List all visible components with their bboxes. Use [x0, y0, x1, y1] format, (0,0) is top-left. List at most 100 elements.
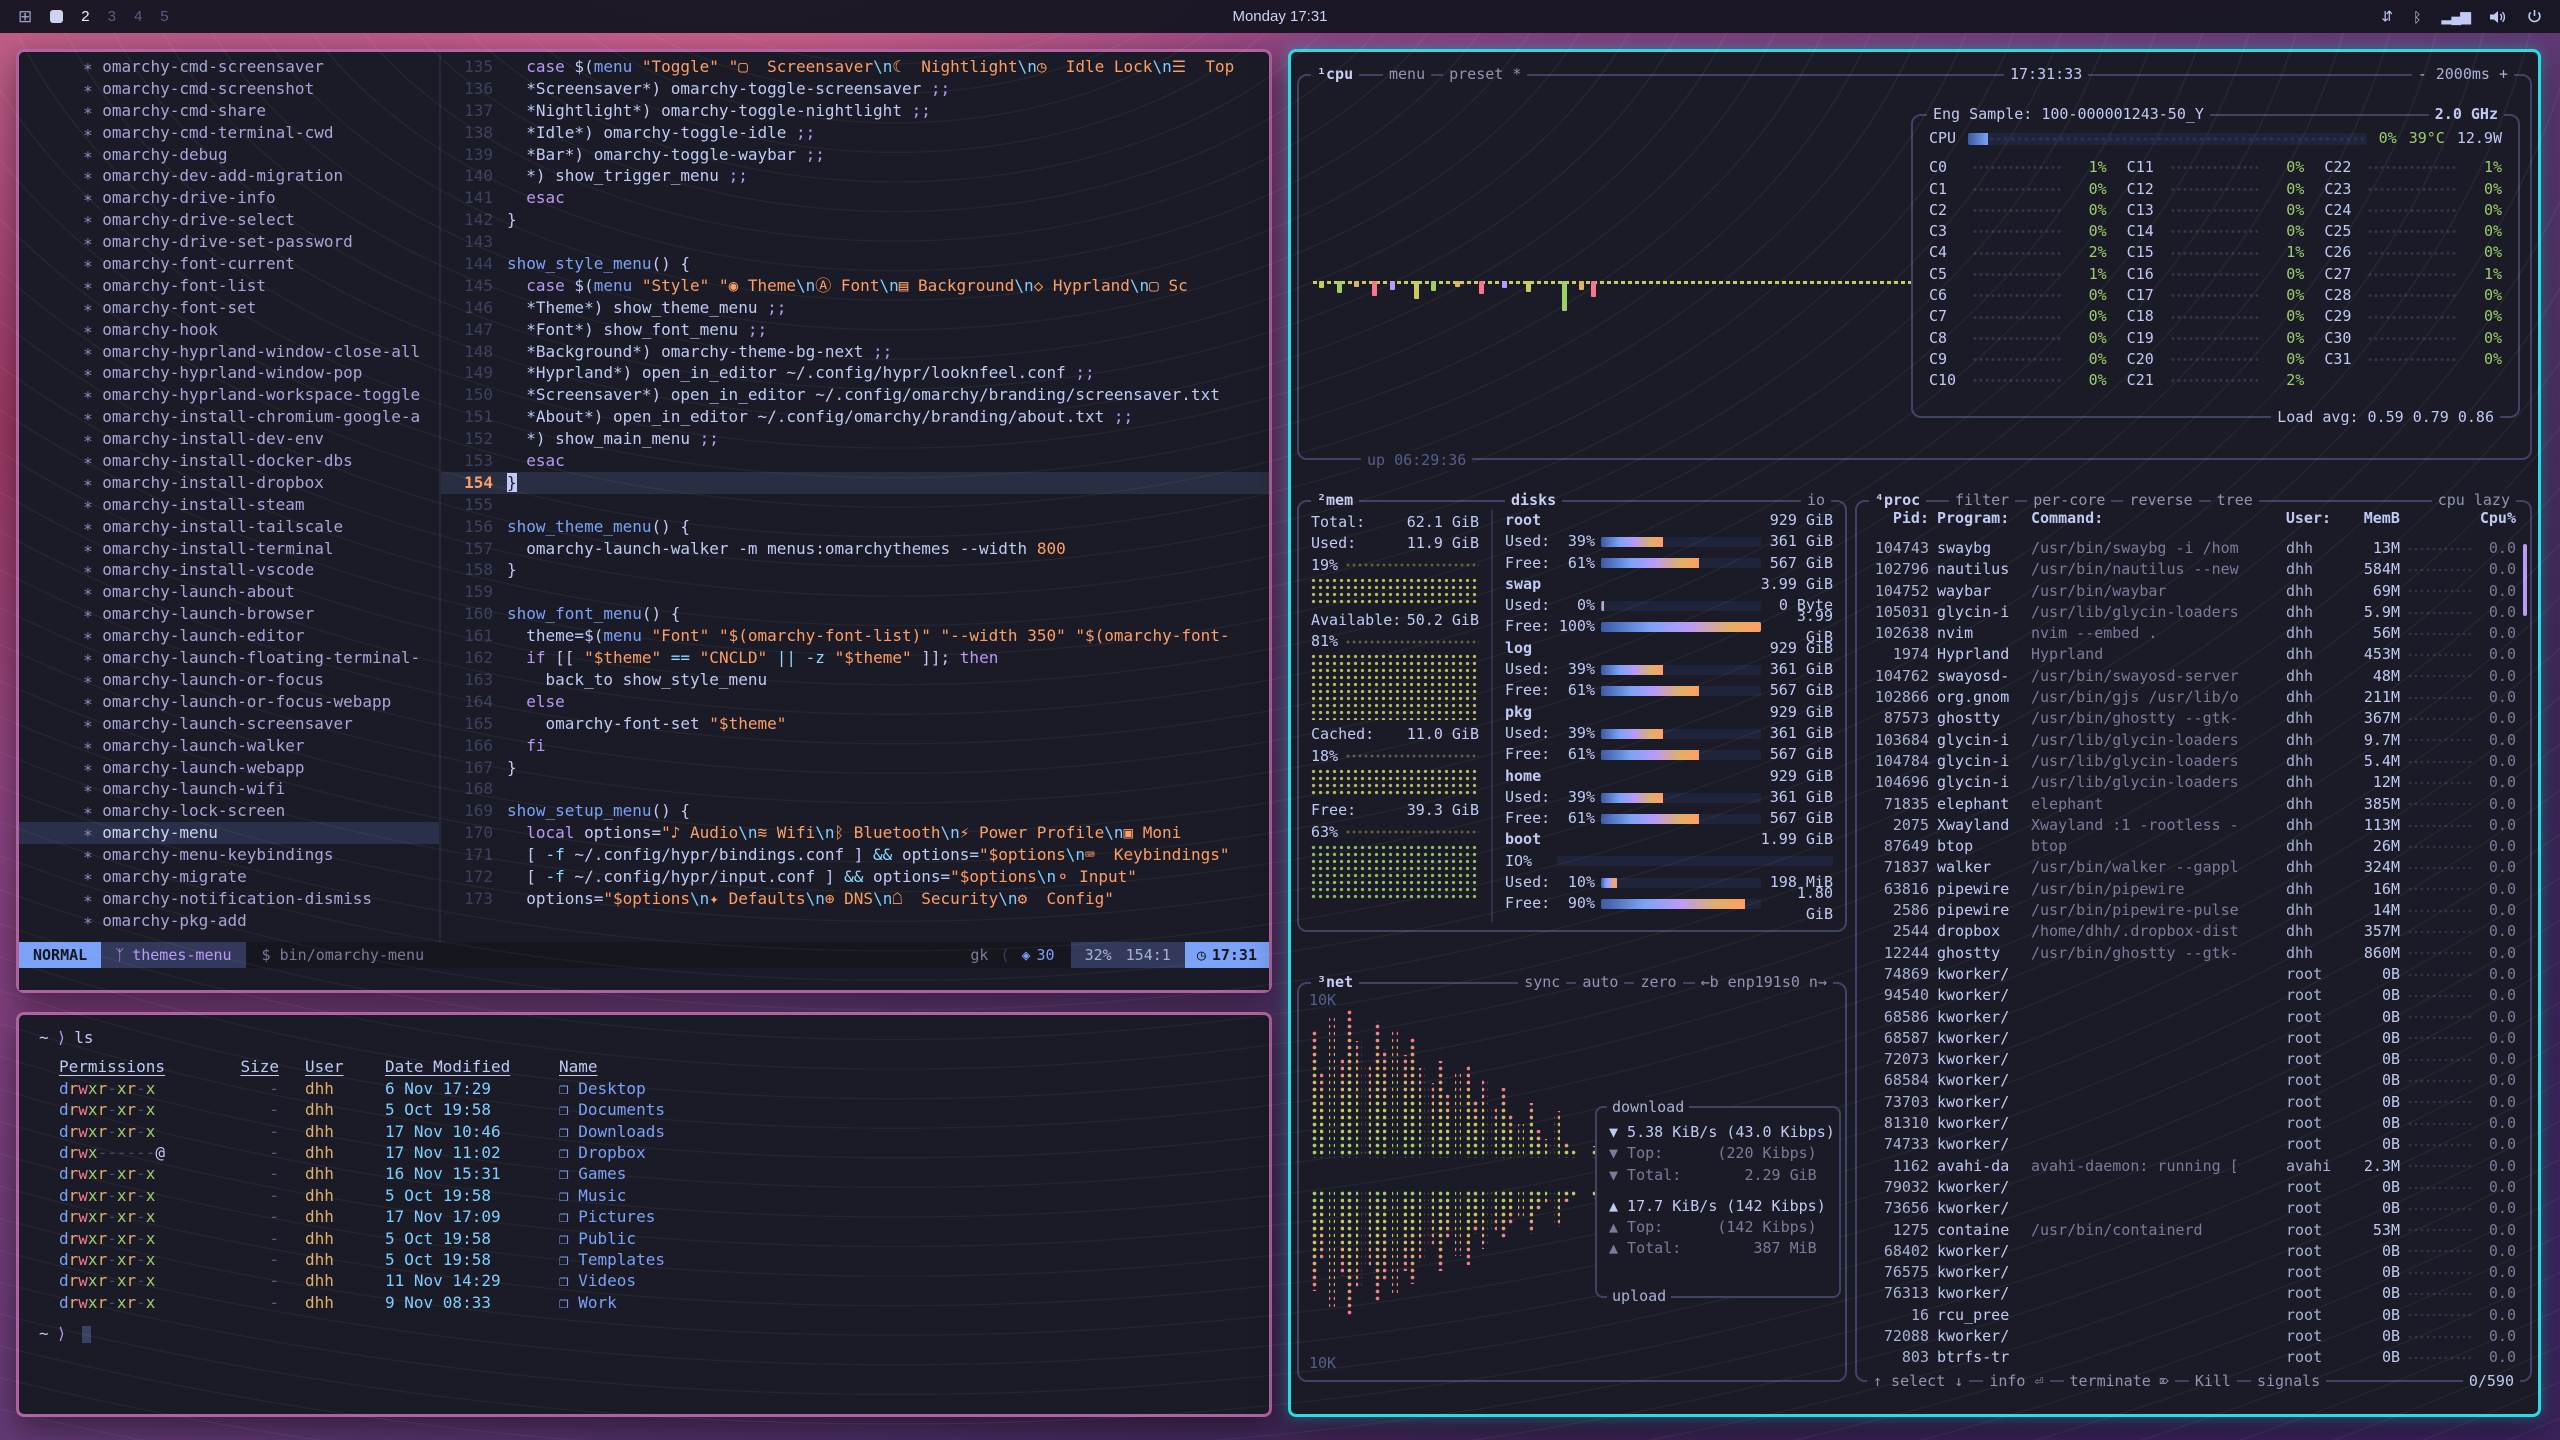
file-item[interactable]: ∗ omarchy-debug — [19, 144, 439, 166]
process-row[interactable]: 68587kworker/root0B0.0 — [1867, 1028, 2516, 1049]
code-line[interactable]: 153 esac — [441, 450, 1269, 472]
code-line[interactable]: 143 — [441, 231, 1269, 253]
updown-arrows-icon[interactable]: ⇵ — [2381, 8, 2393, 25]
process-row[interactable]: 87573ghostty/usr/bin/ghostty --gtk-dhh36… — [1867, 708, 2516, 729]
process-row[interactable]: 76575kworker/root0B0.0 — [1867, 1262, 2516, 1283]
process-row[interactable]: 102638nvimnvim --embed .dhh56M0.0 — [1867, 623, 2516, 644]
code-line[interactable]: 146 *Theme*) show_theme_menu ;; — [441, 297, 1269, 319]
code-line[interactable]: 159 — [441, 581, 1269, 603]
proc-header-option[interactable]: filter — [1949, 490, 2015, 511]
process-row[interactable]: 79032kworker/root0B0.0 — [1867, 1177, 2516, 1198]
terminal-window[interactable]: ~⟩ls Permissions Size User Date Modified… — [16, 1012, 1272, 1417]
prompt-line-2[interactable]: ~⟩ — [39, 1323, 1269, 1344]
file-item[interactable]: ∗ omarchy-drive-select — [19, 209, 439, 231]
file-item[interactable]: ∗ omarchy-hyprland-workspace-toggle — [19, 384, 439, 406]
process-row[interactable]: 81310kworker/root0B0.0 — [1867, 1113, 2516, 1134]
file-item[interactable]: ∗ omarchy-cmd-screenshot — [19, 78, 439, 100]
proc-footer-action[interactable]: info ⏎ — [1983, 1371, 2049, 1392]
col-pid[interactable]: Pid: — [1867, 508, 1929, 529]
process-row[interactable]: 72073kworker/root0B0.0 — [1867, 1049, 2516, 1070]
list-item[interactable]: drwxr-xr-x-dhh5 Oct 19:58❐ Public — [59, 1228, 1269, 1249]
code-line[interactable]: 149 *Hyprland*) open_in_editor ~/.config… — [441, 362, 1269, 384]
code-line[interactable]: 173 options="$options\n✦ Defaults\n⊕ DNS… — [441, 888, 1269, 910]
file-item[interactable]: ∗ omarchy-launch-browser — [19, 603, 439, 625]
file-item[interactable]: ∗ omarchy-launch-or-focus-webapp — [19, 691, 439, 713]
code-line[interactable]: 154} — [441, 472, 1269, 494]
proc-box-title[interactable]: ⁴proc — [1869, 490, 1926, 511]
proc-header-option[interactable]: tree — [2211, 490, 2259, 511]
code-line[interactable]: 161 theme=$(menu "Font" "$(omarchy-font-… — [441, 625, 1269, 647]
process-row[interactable]: 87649btopbtopdhh26M0.0 — [1867, 836, 2516, 857]
file-item[interactable]: ∗ omarchy-install-steam — [19, 494, 439, 516]
code-line[interactable]: 166 fi — [441, 735, 1269, 757]
file-item[interactable]: ∗ omarchy-hyprland-window-pop — [19, 362, 439, 384]
col-proc-user[interactable]: User: — [2286, 508, 2342, 529]
proc-header-option[interactable]: per-core — [2027, 490, 2111, 511]
file-item[interactable]: ∗ omarchy-launch-floating-terminal- — [19, 647, 439, 669]
process-row[interactable]: 71837walker/usr/bin/walker --gappldhh324… — [1867, 857, 2516, 878]
process-row[interactable]: 2586pipewire/usr/bin/pipewire-pulsedhh14… — [1867, 900, 2516, 921]
code-line[interactable]: 148 *Background*) omarchy-theme-bg-next … — [441, 341, 1269, 363]
list-item[interactable]: drwxr-xr-x-dhh17 Nov 10:46❐ Downloads — [59, 1121, 1269, 1142]
file-item[interactable]: ∗ omarchy-launch-webapp — [19, 757, 439, 779]
process-row[interactable]: 74869kworker/root0B0.0 — [1867, 964, 2516, 985]
process-row[interactable]: 102866org.gnom/usr/bin/gjs /usr/lib/odhh… — [1867, 687, 2516, 708]
process-row[interactable]: 1275containe/usr/bin/containerdroot53M0.… — [1867, 1220, 2516, 1241]
net-interface[interactable]: ←b enp191s0 n→ — [1695, 972, 1833, 993]
process-row[interactable]: 73703kworker/root0B0.0 — [1867, 1092, 2516, 1113]
process-row[interactable]: 1162avahi-daavahi-daemon: running [avahi… — [1867, 1156, 2516, 1177]
process-row[interactable]: 72088kworker/root0B0.0 — [1867, 1326, 2516, 1347]
process-row[interactable]: 102796nautilus/usr/bin/nautilus --newdhh… — [1867, 559, 2516, 580]
power-icon[interactable] — [2527, 9, 2542, 24]
net-header-button[interactable]: auto — [1576, 972, 1624, 993]
process-row[interactable]: 73656kworker/root0B0.0 — [1867, 1198, 2516, 1219]
process-row[interactable]: 68402kworker/root0B0.0 — [1867, 1241, 2516, 1262]
code-line[interactable]: 170 local options="♪ Audio\n≋ Wifi\nᛒ Bl… — [441, 822, 1269, 844]
file-item[interactable]: ∗ omarchy-install-chromium-google-a — [19, 406, 439, 428]
code-area[interactable]: 135 case $(menu "Toggle" "▢ Screensaver\… — [441, 52, 1269, 942]
process-row[interactable]: 74733kworker/root0B0.0 — [1867, 1134, 2516, 1155]
code-line[interactable]: 147 *Font*) show_font_menu ;; — [441, 319, 1269, 341]
file-item[interactable]: ∗ omarchy-migrate — [19, 866, 439, 888]
process-row[interactable]: 104743swaybg/usr/bin/swaybg -i /homdhh13… — [1867, 538, 2516, 559]
list-item[interactable]: drwxr-xr-x-dhh6 Nov 17:29❐ Desktop — [59, 1078, 1269, 1099]
code-line[interactable]: 158} — [441, 559, 1269, 581]
process-row[interactable]: 803btrfs-trroot0B0.0 — [1867, 1347, 2516, 1366]
file-item[interactable]: ∗ omarchy-launch-or-focus — [19, 669, 439, 691]
proc-sort-selector[interactable]: cpu lazy — [2432, 490, 2516, 511]
refresh-interval-control[interactable]: - 2000ms + — [2412, 64, 2514, 85]
workspace-item[interactable]: 3 — [108, 8, 116, 25]
file-item[interactable]: ∗ omarchy-cmd-share — [19, 100, 439, 122]
code-line[interactable]: 160show_font_menu() { — [441, 603, 1269, 625]
code-line[interactable]: 141 esac — [441, 187, 1269, 209]
workspace-item[interactable]: 5 — [160, 8, 168, 25]
process-row[interactable]: 104752waybar/usr/bin/waybardhh69M0.0 — [1867, 581, 2516, 602]
code-line[interactable]: 140 *) show_trigger_menu ;; — [441, 165, 1269, 187]
proc-footer-action[interactable]: terminate ⌦ — [2064, 1371, 2175, 1392]
code-line[interactable]: 172 [ -f ~/.config/hypr/input.conf ] && … — [441, 866, 1269, 888]
disk-row[interactable]: boot1.99 GiB — [1505, 829, 1833, 850]
cpu-header-button[interactable]: preset * — [1443, 64, 1527, 85]
code-line[interactable]: 142} — [441, 209, 1269, 231]
process-row[interactable]: 104762swayosd-/usr/bin/swayosd-serverdhh… — [1867, 666, 2516, 687]
disk-row[interactable]: home929 GiB — [1505, 766, 1833, 787]
process-row[interactable]: 71835elephantelephantdhh385M0.0 — [1867, 794, 2516, 815]
process-row[interactable]: 63816pipewire/usr/bin/pipewiredhh16M0.0 — [1867, 879, 2516, 900]
col-cpu[interactable]: Cpu% — [2480, 508, 2516, 529]
file-item[interactable]: ∗ omarchy-launch-wifi — [19, 778, 439, 800]
file-item[interactable]: ∗ omarchy-launch-about — [19, 581, 439, 603]
process-row[interactable]: 94540kworker/root0B0.0 — [1867, 985, 2516, 1006]
code-line[interactable]: 164 else — [441, 691, 1269, 713]
code-line[interactable]: 165 omarchy-font-set "$theme" — [441, 713, 1269, 735]
list-item[interactable]: drwxr-xr-x-dhh5 Oct 19:58❐ Documents — [59, 1099, 1269, 1120]
proc-header-option[interactable]: reverse — [2123, 490, 2198, 511]
file-item[interactable]: ∗ omarchy-install-terminal — [19, 538, 439, 560]
file-item[interactable]: ∗ omarchy-hyprland-window-close-all — [19, 341, 439, 363]
workspace-1-indicator[interactable] — [50, 10, 63, 23]
list-item[interactable]: drwxr-xr-x-dhh11 Nov 14:29❐ Videos — [59, 1270, 1269, 1291]
list-item[interactable]: drwxr-xr-x-dhh5 Oct 19:58❐ Templates — [59, 1249, 1269, 1270]
file-item[interactable]: ∗ omarchy-launch-screensaver — [19, 713, 439, 735]
process-row[interactable]: 104696glycin-i/usr/lib/glycin-loadersdhh… — [1867, 772, 2516, 793]
command-line[interactable] — [19, 968, 1269, 990]
process-row[interactable]: 68584kworker/root0B0.0 — [1867, 1070, 2516, 1091]
